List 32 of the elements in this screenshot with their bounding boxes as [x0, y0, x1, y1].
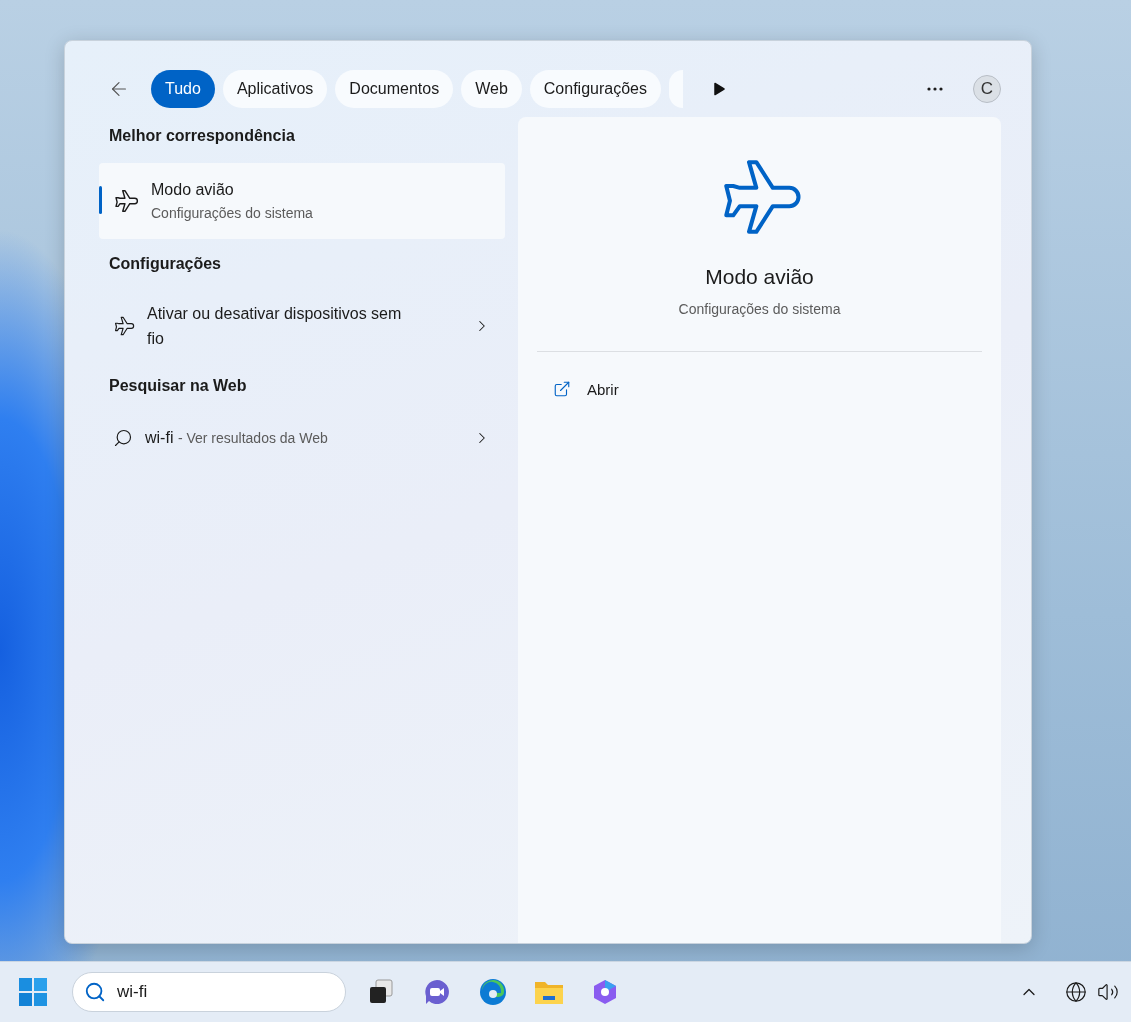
filter-tab[interactable]: Web — [461, 70, 522, 108]
open-action[interactable]: Abrir — [537, 374, 635, 404]
setting-result[interactable]: Ativar ou desativar dispositivos sem fio — [99, 291, 505, 361]
filter-tab[interactable]: Aplicativos — [222, 70, 328, 108]
more-icon — [927, 87, 943, 91]
section-heading: Configurações — [108, 255, 222, 273]
filter-tab[interactable]: Configurações — [529, 70, 661, 108]
web-result[interactable]: wi-fi - Ver resultados da Web — [99, 413, 505, 463]
result-subtitle: Configurações do sistema — [151, 205, 313, 221]
taskbar-search-field[interactable]: wi-fi — [72, 972, 346, 1012]
video-chat-icon — [422, 977, 452, 1007]
result-title: Modo avião — [151, 181, 235, 199]
web-result-text: wi-fi - Ver resultados da Web — [145, 429, 328, 447]
account-avatar[interactable]: C — [973, 75, 1001, 103]
browser-icon — [478, 977, 508, 1007]
external-link-icon — [553, 380, 571, 398]
filter-tab[interactable]: Tudo — [151, 70, 215, 108]
search-icon — [84, 981, 106, 1003]
result-title: Ativar ou desativar dispositivos sem fio — [147, 304, 403, 349]
preview-subtitle: Configurações do sistema — [678, 301, 841, 317]
section-heading: Pesquisar na Web — [108, 377, 248, 395]
airplane-icon — [113, 315, 135, 337]
globe-icon[interactable] — [1065, 981, 1087, 1003]
best-match-item[interactable]: Modo avião Configurações do sistema — [99, 163, 505, 239]
filter-tab[interactable]: Documentos — [335, 70, 454, 108]
windows-logo-icon — [18, 977, 48, 1007]
search-icon — [113, 428, 133, 448]
airplane-icon — [113, 188, 139, 214]
preview-title: Modo avião — [705, 265, 814, 289]
play-icon — [711, 82, 726, 96]
speaker-icon[interactable] — [1097, 981, 1119, 1003]
section-heading: Melhor correspondência — [108, 127, 296, 145]
